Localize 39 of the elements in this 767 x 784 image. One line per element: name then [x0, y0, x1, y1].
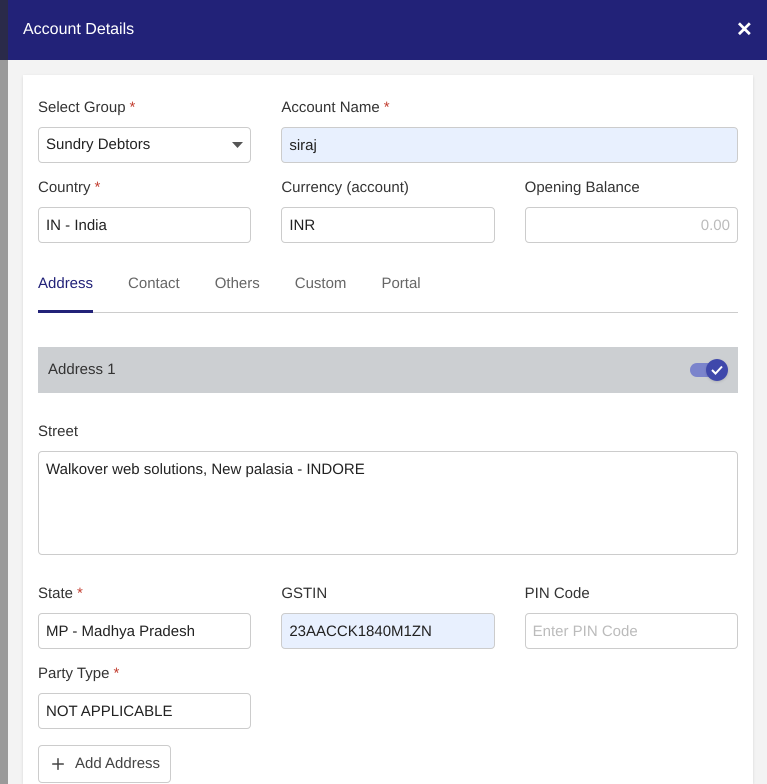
check-icon [711, 365, 723, 375]
close-button[interactable]: ✕ [736, 20, 753, 40]
dialog-title: Account Details [23, 20, 134, 40]
input-field[interactable]: 23AACCK1840M1ZN [281, 613, 495, 649]
input-field[interactable]: Enter PIN Code [524, 613, 738, 649]
address-title: Address 1 [48, 360, 116, 380]
required-mark: * [384, 98, 390, 118]
input-field[interactable]: INR [281, 207, 495, 243]
required-mark: * [94, 178, 100, 198]
tab[interactable]: Address [38, 273, 94, 313]
backdrop-header [0, 0, 8, 60]
required-mark: * [130, 98, 136, 118]
group-select[interactable]: Sundry Debtors [38, 127, 252, 163]
tab[interactable]: Contact [128, 273, 180, 313]
required-mark: * [113, 664, 120, 684]
tab[interactable]: Custom [294, 273, 346, 313]
input-field[interactable]: IN - India [38, 207, 252, 243]
add-address-button[interactable]: Add Address [38, 745, 172, 783]
field-label: GSTIN [281, 584, 328, 604]
street-field[interactable]: Walkover web solutions, New palasia - INDORE [38, 451, 738, 555]
field-label: Currency (account) [281, 178, 409, 198]
plus-icon [49, 755, 67, 773]
input-field[interactable]: MP - Madhya Pradesh [38, 613, 252, 649]
input-field[interactable]: NOT APPLICABLE [38, 693, 252, 729]
field-label: Party Type [38, 664, 110, 684]
field-label: Street [38, 422, 80, 439]
field-label: PIN Code [524, 584, 590, 604]
toggle-switch[interactable] [690, 358, 728, 382]
field-label: Select Group [38, 98, 126, 118]
tab[interactable]: Others [214, 273, 260, 313]
field-label: Opening Balance [524, 178, 640, 198]
field-label: Country [38, 178, 91, 198]
input-field[interactable]: siraj [281, 127, 738, 163]
field-label: State [38, 584, 74, 604]
tab[interactable]: Portal [381, 273, 421, 313]
input-field[interactable]: 0.00 [524, 207, 738, 243]
field-label: Account Name [281, 98, 380, 118]
required-mark: * [77, 584, 83, 604]
caret-icon [232, 142, 244, 148]
